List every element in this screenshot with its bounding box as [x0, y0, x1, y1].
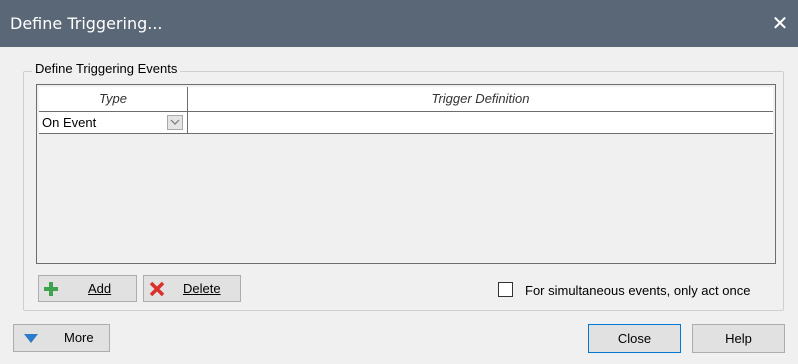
- column-header-trigger-definition[interactable]: Trigger Definition: [188, 87, 773, 111]
- add-label: Add: [88, 281, 112, 296]
- delete-label: Delete: [183, 281, 221, 296]
- close-icon[interactable]: ✕: [766, 10, 794, 38]
- trigger-grid[interactable]: Type Trigger Definition On Event: [36, 84, 776, 264]
- triangle-down-icon: [24, 334, 38, 343]
- type-value: On Event: [42, 115, 97, 130]
- help-label: Help: [725, 331, 752, 346]
- plus-icon: [44, 282, 58, 296]
- close-label: Close: [617, 331, 652, 346]
- group-label: Define Triggering Events: [32, 61, 181, 76]
- simultaneous-events-label[interactable]: For simultaneous events, only act once: [525, 283, 750, 298]
- title-bar: Define Triggering... ✕: [0, 0, 798, 47]
- grid-header: Type Trigger Definition: [39, 87, 773, 112]
- chevron-down-icon[interactable]: [167, 115, 183, 130]
- table-row[interactable]: On Event: [39, 112, 773, 134]
- delete-button[interactable]: Delete: [143, 275, 241, 302]
- dialog-window: Define Triggering... ✕ Define Triggering…: [0, 0, 798, 364]
- help-button[interactable]: Help: [692, 324, 785, 353]
- more-label: More: [64, 330, 94, 345]
- more-button[interactable]: More: [13, 324, 110, 352]
- close-button[interactable]: Close: [588, 324, 681, 353]
- simultaneous-events-checkbox[interactable]: [498, 282, 513, 297]
- x-icon: [149, 281, 165, 297]
- column-header-type[interactable]: Type: [39, 87, 188, 111]
- type-cell[interactable]: On Event: [39, 112, 188, 133]
- add-button[interactable]: Add: [38, 275, 137, 302]
- window-title: Define Triggering...: [10, 14, 163, 33]
